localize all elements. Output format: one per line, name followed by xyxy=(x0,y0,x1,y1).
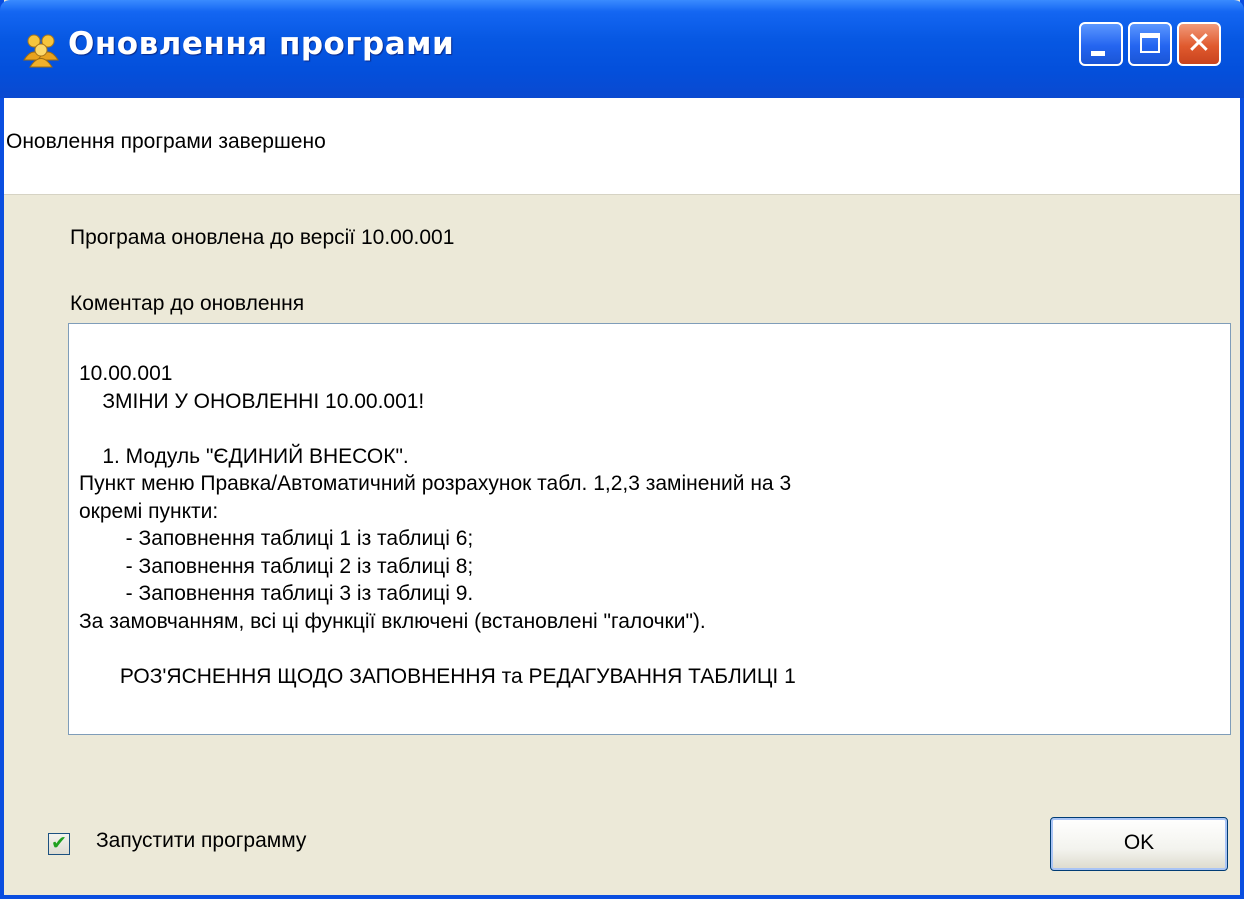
completion-message: Оновлення програми завершено xyxy=(6,130,326,153)
comment-line: За замовчанням, всі ці функції включені … xyxy=(79,609,706,633)
version-text: Програма оновлена до версії 10.00.001 xyxy=(70,226,455,249)
comment-line: - Заповнення таблиці 2 із таблиці 8; xyxy=(79,554,474,578)
update-comment-text: 10.00.001 ЗМІНИ У ОНОВЛЕННІ 10.00.001! 1… xyxy=(79,360,1220,690)
people-app-icon xyxy=(23,34,59,68)
comment-line: ЗМІНИ У ОНОВЛЕННІ 10.00.001! xyxy=(79,389,425,413)
comment-label: Коментар до оновлення xyxy=(70,292,305,315)
comment-line: 10.00.001 xyxy=(79,362,173,385)
comment-line xyxy=(79,635,1220,663)
comment-line xyxy=(79,415,1220,443)
close-icon: ✕ xyxy=(1186,26,1212,61)
minimize-button[interactable] xyxy=(1079,22,1123,66)
minimize-icon xyxy=(1091,51,1105,56)
update-dialog-window: Оновлення програми ✕ Оновлення програми … xyxy=(0,0,1244,899)
close-button[interactable]: ✕ xyxy=(1177,22,1221,66)
header-panel: Оновлення програми завершено xyxy=(4,98,1240,195)
comment-line: окремі пункти: xyxy=(79,499,219,523)
ok-button[interactable]: OK xyxy=(1050,817,1228,871)
update-comment-textbox[interactable]: 10.00.001 ЗМІНИ У ОНОВЛЕННІ 10.00.001! 1… xyxy=(68,323,1231,735)
comment-line: РОЗ'ЯСНЕННЯ ЩОДО ЗАПОВНЕННЯ та РЕДАГУВАН… xyxy=(79,664,796,688)
comment-line: Пункт меню Правка/Автоматичний розрахуно… xyxy=(79,472,792,495)
window-title: Оновлення програми xyxy=(68,26,455,62)
launch-program-label[interactable]: Запустити программу xyxy=(96,829,306,853)
checkmark-icon: ✔ xyxy=(51,832,67,854)
maximize-button[interactable] xyxy=(1128,22,1172,66)
title-bar[interactable]: Оновлення програми ✕ xyxy=(0,0,1244,98)
comment-line: - Заповнення таблиці 3 із таблиці 9. xyxy=(79,582,474,605)
maximize-icon xyxy=(1140,33,1160,53)
comment-line: - Заповнення таблиці 1 із таблиці 6; xyxy=(79,527,474,550)
comment-line: 1. Модуль "ЄДИНИЙ ВНЕСОК". xyxy=(79,444,409,468)
launch-program-checkbox[interactable]: ✔ xyxy=(48,832,70,855)
